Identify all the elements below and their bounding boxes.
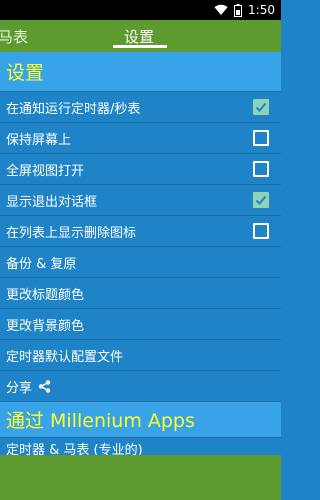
setting-label: 分享 [6, 380, 33, 396]
setting-backup-restore[interactable]: 备份 & 复原 [0, 247, 281, 278]
setting-label: 更改背景颜色 [6, 318, 85, 334]
status-time: 1:50 [248, 3, 275, 17]
setting-background-color[interactable]: 更改背景颜色 [0, 309, 281, 340]
tab-stopwatch[interactable]: 马表 [0, 26, 28, 47]
setting-notify-running[interactable]: 在通知运行定时器/秒表 [0, 92, 281, 123]
tab-settings[interactable]: 设置 [124, 26, 154, 47]
setting-keep-screen-on[interactable]: 保持屏幕上 [0, 123, 281, 154]
setting-exit-dialog[interactable]: 显示退出对话框 [0, 185, 281, 216]
wifi-icon [214, 4, 228, 15]
tab-indicator [113, 45, 167, 48]
battery-icon [234, 3, 243, 17]
setting-delete-icon[interactable]: 在列表上显示删除图标 [0, 216, 281, 247]
setting-fullscreen[interactable]: 全屏视图打开 [0, 154, 281, 185]
setting-title-color[interactable]: 更改标题颜色 [0, 278, 281, 309]
setting-share[interactable]: 分享 [0, 371, 281, 402]
section-header-millenium: 通过 Millenium Apps [0, 402, 281, 438]
app-item-label: 定时器 & 马表 (专业的) [6, 443, 143, 455]
exit-dialog-checkbox[interactable] [253, 192, 269, 208]
app-item-timer-stopwatch-pro[interactable]: 定时器 & 马表 (专业的) [0, 438, 281, 455]
settings-list[interactable]: 设置 在通知运行定时器/秒表 保持屏幕上 全屏视图打开 显示退出对话框 在列表上… [0, 52, 281, 455]
tab-bar: 马表 设置 [0, 20, 281, 52]
setting-label: 更改标题颜色 [6, 287, 85, 303]
setting-label: 全屏视图打开 [6, 163, 85, 179]
check-icon [255, 102, 267, 112]
bottom-panel [0, 455, 281, 500]
setting-label: 在列表上显示删除图标 [6, 225, 137, 241]
setting-timer-default-profile[interactable]: 定时器默认配置文件 [0, 340, 281, 371]
notify-running-checkbox[interactable] [253, 99, 269, 115]
delete-icon-checkbox[interactable] [253, 223, 269, 239]
section-header-settings: 设置 [0, 52, 281, 92]
check-icon [255, 195, 267, 205]
setting-label: 在通知运行定时器/秒表 [6, 101, 141, 117]
setting-label: 定时器默认配置文件 [6, 349, 124, 365]
keep-screen-on-checkbox[interactable] [253, 130, 269, 146]
status-bar: 1:50 [0, 0, 281, 20]
setting-label: 保持屏幕上 [6, 132, 72, 148]
setting-label: 备份 & 复原 [6, 256, 77, 272]
share-icon [38, 379, 51, 393]
fullscreen-checkbox[interactable] [253, 161, 269, 177]
setting-label: 显示退出对话框 [6, 194, 98, 210]
